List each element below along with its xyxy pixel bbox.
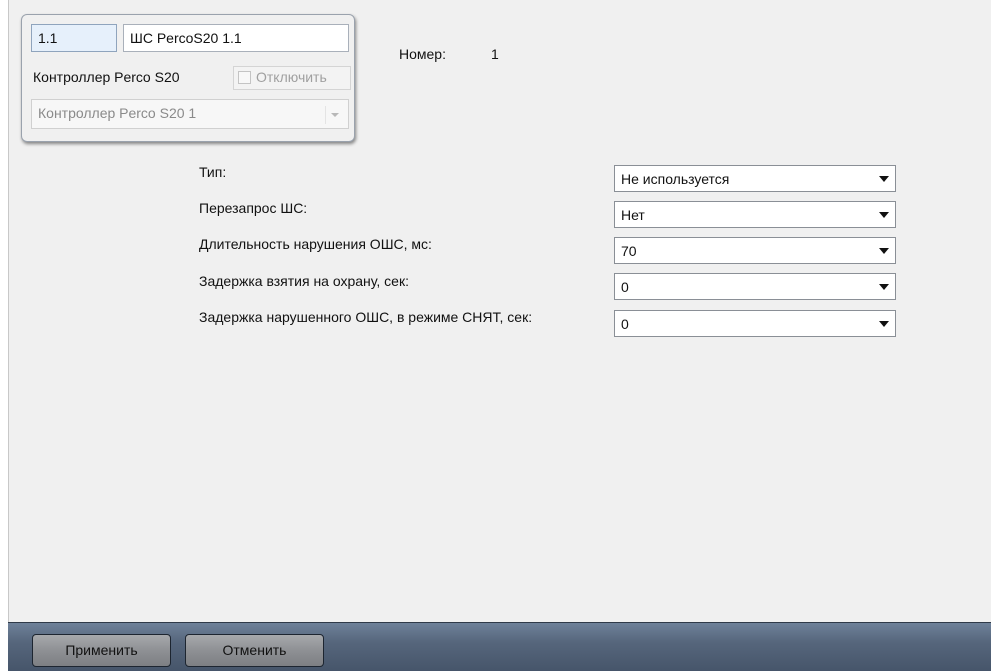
type-select-value: Не используется: [621, 171, 730, 187]
chevron-down-icon[interactable]: [879, 248, 889, 254]
chevron-down-icon[interactable]: [879, 321, 889, 327]
action-bar: Применить Отменить: [8, 622, 991, 671]
apply-button[interactable]: Применить: [32, 634, 171, 667]
disarmed-delay-label: Задержка нарушенного ОШС, в режиме СНЯТ,…: [199, 309, 533, 325]
disarmed-delay-select-value: 0: [621, 316, 629, 332]
controller-select-value: Контроллер Perco S20 1: [38, 105, 197, 121]
violation-duration-label: Длительность нарушения ОШС, мс:: [199, 236, 432, 252]
re-request-select-value: Нет: [621, 207, 645, 223]
violation-duration-select-value: 70: [621, 243, 637, 259]
chevron-down-icon[interactable]: [325, 106, 344, 124]
controller-select[interactable]: Контроллер Perco S20 1: [31, 99, 349, 129]
arming-delay-select-value: 0: [621, 279, 629, 295]
disable-checkbox[interactable]: [238, 71, 251, 84]
arming-delay-select[interactable]: 0: [614, 273, 896, 300]
settings-page: 1.1 ШС PercoS20 1.1 Контроллер Perco S20…: [0, 0, 991, 671]
object-header: 1.1 ШС PercoS20 1.1 Контроллер Perco S20…: [21, 14, 355, 142]
object-id-field[interactable]: 1.1: [31, 24, 117, 52]
re-request-label: Перезапрос ШС:: [199, 200, 308, 216]
disable-checkbox-container[interactable]: Отключить: [233, 66, 351, 90]
cancel-button[interactable]: Отменить: [185, 634, 324, 667]
settings-panel: 1.1 ШС PercoS20 1.1 Контроллер Perco S20…: [8, 0, 991, 622]
disarmed-delay-select[interactable]: 0: [614, 310, 896, 337]
disable-label: Отключить: [256, 69, 327, 85]
number-value: 1: [491, 46, 499, 62]
chevron-down-icon[interactable]: [879, 284, 889, 290]
chevron-down-icon[interactable]: [879, 176, 889, 182]
controller-label: Контроллер Perco S20: [33, 69, 180, 85]
arming-delay-label: Задержка взятия на охрану, сек:: [199, 273, 409, 289]
violation-duration-select[interactable]: 70: [614, 237, 896, 264]
number-label: Номер:: [399, 46, 446, 62]
object-name-field[interactable]: ШС PercoS20 1.1: [123, 24, 349, 52]
chevron-down-icon[interactable]: [879, 212, 889, 218]
re-request-select[interactable]: Нет: [614, 201, 896, 228]
type-label: Тип:: [199, 164, 227, 180]
type-select[interactable]: Не используется: [614, 165, 896, 192]
